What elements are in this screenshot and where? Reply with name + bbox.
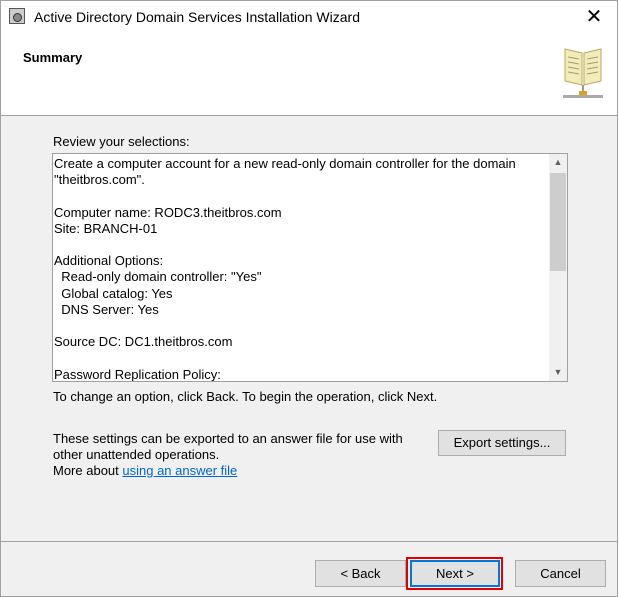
export-text-2: other unattended operations. [53, 447, 220, 462]
scroll-up-icon[interactable]: ▲ [549, 154, 567, 171]
scroll-thumb[interactable] [550, 173, 566, 271]
title-bar: Active Directory Domain Services Install… [1, 1, 617, 35]
page-heading: Summary [23, 50, 83, 65]
vertical-scrollbar[interactable]: ▲ ▼ [549, 154, 567, 381]
window-title: Active Directory Domain Services Install… [34, 9, 360, 25]
wizard-header: Summary [1, 35, 617, 116]
app-icon [9, 8, 25, 24]
export-settings-button[interactable]: Export settings... [438, 430, 566, 456]
footer-divider [1, 541, 617, 542]
summary-textbox[interactable]: Create a computer account for a new read… [52, 153, 568, 382]
wizard-window: Active Directory Domain Services Install… [0, 0, 618, 597]
back-button[interactable]: < Back [315, 560, 406, 587]
more-about-line: More about using an answer file [53, 463, 237, 478]
answer-file-link[interactable]: using an answer file [122, 463, 237, 478]
cancel-button[interactable]: Cancel [515, 560, 606, 587]
more-about-text: More about [53, 463, 123, 478]
export-text-1: These settings can be exported to an ans… [53, 431, 403, 446]
review-label: Review your selections: [53, 134, 190, 149]
change-hint: To change an option, click Back. To begi… [53, 389, 438, 404]
summary-text: Create a computer account for a new read… [54, 156, 516, 382]
book-network-icon [563, 48, 603, 98]
scroll-down-icon[interactable]: ▼ [549, 364, 567, 381]
next-highlight-box [406, 557, 503, 590]
close-icon[interactable]: ✕ [571, 1, 617, 33]
